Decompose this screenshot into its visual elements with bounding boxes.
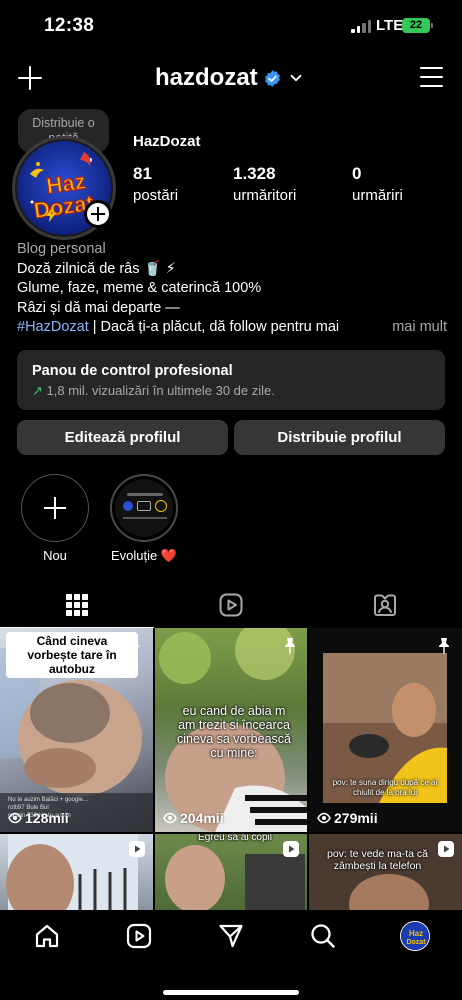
post-thumbnail[interactable]: pov: te suna dirigu după ce ai chiulit d… xyxy=(309,628,462,832)
view-count: 128mii xyxy=(8,810,69,826)
home-indicator xyxy=(163,990,299,995)
profile-header: hazdozat xyxy=(0,58,462,100)
reel-icon xyxy=(283,841,299,857)
post-caption: eu cand de abia m am trezit si încearca … xyxy=(177,704,291,760)
search-icon[interactable] xyxy=(310,923,336,949)
bio-line: Glume, faze, meme & caterincă 100% xyxy=(17,280,262,296)
tagged-icon xyxy=(374,594,396,616)
bio-category: Blog personal xyxy=(17,241,106,257)
reel-icon xyxy=(438,841,454,857)
profile-tab-avatar[interactable]: Haz Dozat xyxy=(400,921,430,951)
signal-icon xyxy=(351,20,372,33)
plus-icon xyxy=(21,474,89,542)
network-label: LTE xyxy=(376,17,404,34)
svg-text:Haz: Haz xyxy=(409,929,423,938)
tab-reels[interactable] xyxy=(154,584,308,628)
eye-icon xyxy=(163,812,177,824)
hashtag-link[interactable]: #HazDozat xyxy=(17,319,89,335)
highlight-cover xyxy=(115,479,173,537)
dashboard-subtitle: ↗ 1,8 mil. vizualizări în ultimele 30 de… xyxy=(32,383,275,398)
eye-icon xyxy=(8,812,22,824)
home-icon[interactable] xyxy=(34,923,60,949)
bio: Blog personal Doză zilnică de râs 🥤 ⚡ Gl… xyxy=(17,240,447,338)
reels-icon[interactable] xyxy=(126,923,152,949)
bio-line: #HazDozat | Dacă ți-a plăcut, dă follow … xyxy=(17,319,340,335)
bio-line: Râzi și dă mai departe — xyxy=(17,299,180,316)
stat-following[interactable]: 0 urmăriri xyxy=(352,164,403,204)
highlight-new[interactable]: Nou xyxy=(21,474,89,563)
display-name: HazDozat xyxy=(133,133,201,150)
post-thumbnail[interactable] xyxy=(0,834,153,910)
menu-icon[interactable] xyxy=(420,67,443,88)
tab-posts-grid[interactable] xyxy=(0,584,154,628)
verified-badge-icon xyxy=(264,69,280,87)
post-caption: Egreu sa ai copil xyxy=(198,834,272,843)
status-bar: 12:38 LTE 22 xyxy=(0,0,462,54)
add-story-icon[interactable] xyxy=(84,200,112,228)
trend-up-icon: ↗ xyxy=(32,383,43,398)
chevron-down-icon xyxy=(290,74,302,82)
profile-tabs xyxy=(0,584,462,628)
bottom-nav: Haz Dozat xyxy=(0,910,462,1000)
view-count: 279mii xyxy=(317,810,378,826)
stat-followers[interactable]: 1.328 urmăritori xyxy=(233,164,296,204)
direct-messages-icon[interactable] xyxy=(218,923,244,949)
username: hazdozat xyxy=(155,64,258,91)
bio-more-link[interactable]: mai mult xyxy=(392,318,447,338)
pinned-icon xyxy=(285,638,295,655)
pinned-icon xyxy=(439,638,449,655)
account-switcher[interactable]: hazdozat xyxy=(155,64,303,92)
view-count: 204mii xyxy=(163,810,224,826)
post-caption: Când cineva vorbește tare în autobuz xyxy=(6,632,138,678)
stat-posts[interactable]: 81 postări xyxy=(133,164,178,204)
professional-dashboard[interactable]: Panou de control profesional ↗ 1,8 mil. … xyxy=(17,350,445,410)
post-caption: pov: te suna dirigu după ce ai chiulit d… xyxy=(332,778,438,797)
posts-grid: Când cineva vorbește tare în autobuz Nu … xyxy=(0,628,462,910)
tab-tagged[interactable] xyxy=(308,584,462,628)
battery-icon: 22 xyxy=(402,18,430,33)
post-thumbnail[interactable]: eu cand de abia m am trezit si încearca … xyxy=(155,628,307,832)
post-thumbnail[interactable]: pov: te vede ma-ta că zâmbești la telefo… xyxy=(309,834,462,910)
highlight-evolution[interactable]: Evoluție ❤️ xyxy=(109,474,179,564)
grid-icon xyxy=(66,594,88,616)
bio-line: Doză zilnică de râs 🥤 ⚡ xyxy=(17,260,176,277)
create-plus-icon[interactable] xyxy=(18,66,42,90)
reel-icon xyxy=(129,841,145,857)
status-time: 12:38 xyxy=(44,15,95,36)
dashboard-title: Panou de control profesional xyxy=(32,363,233,379)
post-thumbnail[interactable]: Când cineva vorbește tare în autobuz Nu … xyxy=(0,628,153,832)
post-thumbnail[interactable]: Egreu sa ai copil xyxy=(155,834,307,910)
reels-icon xyxy=(219,593,243,617)
edit-profile-button[interactable]: Editează profilul xyxy=(17,420,228,455)
hazdozat-logo: Haz Dozat xyxy=(401,922,429,950)
post-caption: pov: te vede ma-ta că zâmbești la telefo… xyxy=(327,848,428,872)
eye-icon xyxy=(317,812,331,824)
svg-text:Dozat: Dozat xyxy=(406,939,426,946)
share-profile-button[interactable]: Distribuie profilul xyxy=(234,420,445,455)
pinned-icon xyxy=(130,638,140,655)
